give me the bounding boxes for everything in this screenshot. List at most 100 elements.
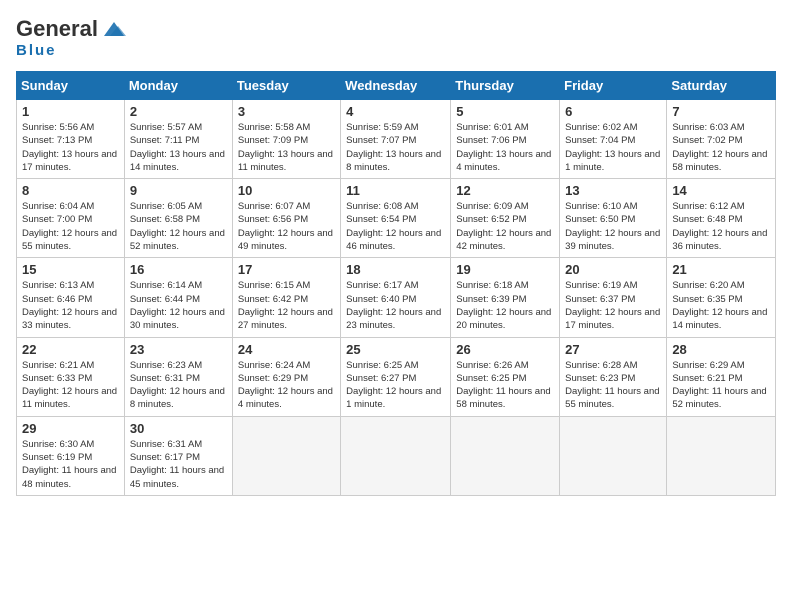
calendar-cell: 11 Sunrise: 6:08 AMSunset: 6:54 PMDayligh… bbox=[341, 179, 451, 258]
day-info: Sunrise: 6:04 AMSunset: 7:00 PMDaylight:… bbox=[22, 200, 119, 253]
day-header-monday: Monday bbox=[124, 72, 232, 100]
day-number: 26 bbox=[456, 342, 554, 357]
day-info: Sunrise: 6:09 AMSunset: 6:52 PMDaylight:… bbox=[456, 200, 554, 253]
logo: General Blue bbox=[16, 16, 128, 59]
calendar-cell: 6 Sunrise: 6:02 AMSunset: 7:04 PMDaylight… bbox=[560, 100, 667, 179]
calendar-cell: 25 Sunrise: 6:25 AMSunset: 6:27 PMDayligh… bbox=[341, 337, 451, 416]
day-header-thursday: Thursday bbox=[451, 72, 560, 100]
day-header-saturday: Saturday bbox=[667, 72, 776, 100]
calendar-cell: 4Sunrise: 5:59 AMSunset: 7:07 PMDaylight… bbox=[341, 100, 451, 179]
calendar-cell: 16 Sunrise: 6:14 AMSunset: 6:44 PMDayligh… bbox=[124, 258, 232, 337]
day-number: 30 bbox=[130, 421, 227, 436]
day-number: 13 bbox=[565, 183, 661, 198]
day-number: 29 bbox=[22, 421, 119, 436]
calendar-cell: 24 Sunrise: 6:24 AMSunset: 6:29 PMDayligh… bbox=[232, 337, 340, 416]
calendar-cell: 5 Sunrise: 6:01 AMSunset: 7:06 PMDaylight… bbox=[451, 100, 560, 179]
calendar-cell: 26 Sunrise: 6:26 AMSunset: 6:25 PMDayligh… bbox=[451, 337, 560, 416]
day-info: Sunrise: 6:21 AMSunset: 6:33 PMDaylight:… bbox=[22, 359, 119, 412]
day-info: Sunrise: 6:26 AMSunset: 6:25 PMDaylight:… bbox=[456, 359, 554, 412]
day-header-sunday: Sunday bbox=[17, 72, 125, 100]
day-info: Sunrise: 6:05 AMSunset: 6:58 PMDaylight:… bbox=[130, 200, 227, 253]
day-info: Sunrise: 6:25 AMSunset: 6:27 PMDaylight:… bbox=[346, 359, 445, 412]
day-info: Sunrise: 5:56 AMSunset: 7:13 PMDaylight:… bbox=[22, 121, 119, 174]
calendar-table: SundayMondayTuesdayWednesdayThursdayFrid… bbox=[16, 71, 776, 496]
day-info: Sunrise: 6:02 AMSunset: 7:04 PMDaylight:… bbox=[565, 121, 661, 174]
logo-blue: Blue bbox=[16, 42, 57, 59]
calendar-cell bbox=[232, 416, 340, 495]
day-number: 2 bbox=[130, 104, 227, 119]
day-number: 6 bbox=[565, 104, 661, 119]
calendar-cell bbox=[451, 416, 560, 495]
logo-icon bbox=[100, 18, 128, 40]
calendar-cell: 18 Sunrise: 6:17 AMSunset: 6:40 PMDayligh… bbox=[341, 258, 451, 337]
day-number: 3 bbox=[238, 104, 335, 119]
calendar-cell: 13 Sunrise: 6:10 AMSunset: 6:50 PMDayligh… bbox=[560, 179, 667, 258]
calendar-cell: 1 Sunrise: 5:56 AMSunset: 7:13 PMDaylight… bbox=[17, 100, 125, 179]
calendar-cell: 2 Sunrise: 5:57 AMSunset: 7:11 PMDaylight… bbox=[124, 100, 232, 179]
calendar-cell: 12 Sunrise: 6:09 AMSunset: 6:52 PMDayligh… bbox=[451, 179, 560, 258]
day-number: 5 bbox=[456, 104, 554, 119]
calendar-cell bbox=[341, 416, 451, 495]
day-number: 19 bbox=[456, 262, 554, 277]
calendar-cell: 22Sunrise: 6:21 AMSunset: 6:33 PMDayligh… bbox=[17, 337, 125, 416]
calendar-cell: 17 Sunrise: 6:15 AMSunset: 6:42 PMDayligh… bbox=[232, 258, 340, 337]
calendar-cell: 7 Sunrise: 6:03 AMSunset: 7:02 PMDaylight… bbox=[667, 100, 776, 179]
day-info: Sunrise: 6:24 AMSunset: 6:29 PMDaylight:… bbox=[238, 359, 335, 412]
day-number: 18 bbox=[346, 262, 445, 277]
calendar-cell: 10 Sunrise: 6:07 AMSunset: 6:56 PMDayligh… bbox=[232, 179, 340, 258]
calendar-cell: 14Sunrise: 6:12 AMSunset: 6:48 PMDayligh… bbox=[667, 179, 776, 258]
calendar-header-row: SundayMondayTuesdayWednesdayThursdayFrid… bbox=[17, 72, 776, 100]
day-info: Sunrise: 6:08 AMSunset: 6:54 PMDaylight:… bbox=[346, 200, 445, 253]
day-info: Sunrise: 6:01 AMSunset: 7:06 PMDaylight:… bbox=[456, 121, 554, 174]
calendar-cell bbox=[667, 416, 776, 495]
day-number: 23 bbox=[130, 342, 227, 357]
day-number: 20 bbox=[565, 262, 661, 277]
day-number: 21 bbox=[672, 262, 770, 277]
calendar-cell: 8Sunrise: 6:04 AMSunset: 7:00 PMDaylight… bbox=[17, 179, 125, 258]
day-info: Sunrise: 6:30 AMSunset: 6:19 PMDaylight:… bbox=[22, 438, 119, 491]
logo-general: General bbox=[16, 16, 98, 42]
page-header: General Blue bbox=[16, 16, 776, 59]
day-info: Sunrise: 6:17 AMSunset: 6:40 PMDaylight:… bbox=[346, 279, 445, 332]
day-info: Sunrise: 6:15 AMSunset: 6:42 PMDaylight:… bbox=[238, 279, 335, 332]
calendar-cell: 23 Sunrise: 6:23 AMSunset: 6:31 PMDayligh… bbox=[124, 337, 232, 416]
calendar-cell: 28Sunrise: 6:29 AMSunset: 6:21 PMDayligh… bbox=[667, 337, 776, 416]
day-info: Sunrise: 5:57 AMSunset: 7:11 PMDaylight:… bbox=[130, 121, 227, 174]
day-info: Sunrise: 5:58 AMSunset: 7:09 PMDaylight:… bbox=[238, 121, 335, 174]
day-number: 15 bbox=[22, 262, 119, 277]
day-number: 16 bbox=[130, 262, 227, 277]
day-number: 24 bbox=[238, 342, 335, 357]
day-number: 7 bbox=[672, 104, 770, 119]
calendar-cell: 9 Sunrise: 6:05 AMSunset: 6:58 PMDaylight… bbox=[124, 179, 232, 258]
calendar-cell: 20Sunrise: 6:19 AMSunset: 6:37 PMDayligh… bbox=[560, 258, 667, 337]
day-info: Sunrise: 6:28 AMSunset: 6:23 PMDaylight:… bbox=[565, 359, 661, 412]
day-info: Sunrise: 6:03 AMSunset: 7:02 PMDaylight:… bbox=[672, 121, 770, 174]
day-info: Sunrise: 6:14 AMSunset: 6:44 PMDaylight:… bbox=[130, 279, 227, 332]
day-info: Sunrise: 6:12 AMSunset: 6:48 PMDaylight:… bbox=[672, 200, 770, 253]
calendar-cell: 3 Sunrise: 5:58 AMSunset: 7:09 PMDaylight… bbox=[232, 100, 340, 179]
calendar-cell: 27 Sunrise: 6:28 AMSunset: 6:23 PMDayligh… bbox=[560, 337, 667, 416]
day-info: Sunrise: 6:23 AMSunset: 6:31 PMDaylight:… bbox=[130, 359, 227, 412]
day-number: 27 bbox=[565, 342, 661, 357]
day-info: Sunrise: 6:13 AMSunset: 6:46 PMDaylight:… bbox=[22, 279, 119, 332]
day-number: 1 bbox=[22, 104, 119, 119]
day-header-friday: Friday bbox=[560, 72, 667, 100]
day-number: 17 bbox=[238, 262, 335, 277]
day-number: 4 bbox=[346, 104, 445, 119]
day-number: 9 bbox=[130, 183, 227, 198]
day-header-wednesday: Wednesday bbox=[341, 72, 451, 100]
calendar-cell: 30Sunrise: 6:31 AMSunset: 6:17 PMDayligh… bbox=[124, 416, 232, 495]
day-info: Sunrise: 6:18 AMSunset: 6:39 PMDaylight:… bbox=[456, 279, 554, 332]
calendar-cell: 29 Sunrise: 6:30 AMSunset: 6:19 PMDayligh… bbox=[17, 416, 125, 495]
day-number: 25 bbox=[346, 342, 445, 357]
day-header-tuesday: Tuesday bbox=[232, 72, 340, 100]
day-info: Sunrise: 6:10 AMSunset: 6:50 PMDaylight:… bbox=[565, 200, 661, 253]
day-info: Sunrise: 6:07 AMSunset: 6:56 PMDaylight:… bbox=[238, 200, 335, 253]
day-number: 10 bbox=[238, 183, 335, 198]
calendar-cell: 21 Sunrise: 6:20 AMSunset: 6:35 PMDayligh… bbox=[667, 258, 776, 337]
day-info: Sunrise: 6:20 AMSunset: 6:35 PMDaylight:… bbox=[672, 279, 770, 332]
day-number: 12 bbox=[456, 183, 554, 198]
day-number: 11 bbox=[346, 183, 445, 198]
day-number: 28 bbox=[672, 342, 770, 357]
calendar-cell: 15 Sunrise: 6:13 AMSunset: 6:46 PMDayligh… bbox=[17, 258, 125, 337]
